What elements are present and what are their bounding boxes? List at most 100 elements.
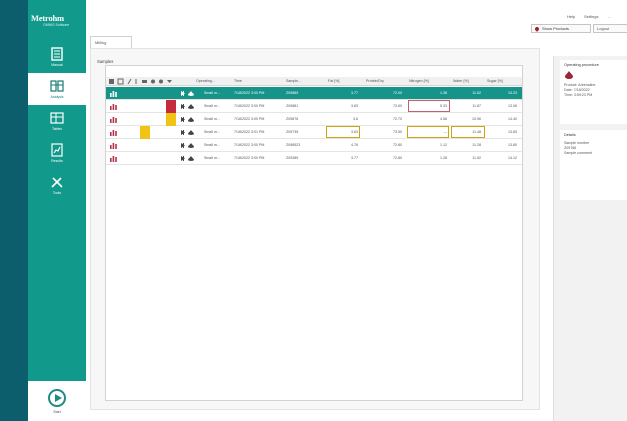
brand-subtitle: OMNIS Software bbox=[43, 23, 70, 27]
cell-time: 7/18/2022 3:00 PM bbox=[234, 91, 265, 95]
more-menu[interactable]: ... bbox=[608, 14, 611, 19]
sample-comment-label: Sample comment bbox=[564, 151, 592, 156]
table-row[interactable]: Small m... 7/18/2022 3:00 PM Z098523 4.76 72… bbox=[106, 139, 522, 152]
highlight-cell bbox=[408, 100, 450, 112]
time-line: Time: 3:59:23 PM bbox=[564, 93, 593, 98]
row-status-icons bbox=[181, 104, 194, 109]
cell-sample: Z09889 bbox=[286, 91, 299, 95]
table-row[interactable]: Small m... 7/18/2022 3:00 PM Z09881 3.83 73.… bbox=[106, 100, 522, 113]
tables-icon bbox=[50, 112, 64, 124]
table-row[interactable]: Small m... 7/18/2022 3:00 PM Z09889 3.77 72.… bbox=[106, 87, 522, 100]
cell-sample: Z098523 bbox=[286, 143, 301, 147]
tab-label: Milling bbox=[95, 40, 107, 45]
row-status-icons bbox=[181, 156, 194, 161]
cell-operating: Small m... bbox=[204, 130, 220, 134]
cell-time: 7/18/2022 3:00 PM bbox=[234, 156, 265, 160]
col-time[interactable]: Time bbox=[234, 77, 282, 86]
manual-icon bbox=[51, 47, 63, 61]
results-icon bbox=[51, 143, 63, 157]
cell-sample: Z09389 bbox=[286, 156, 299, 160]
cell-protein: 73.60 bbox=[393, 104, 402, 108]
table-row[interactable]: Small m... 7/18/2022 3:00 PM Z09389 3.77 72.… bbox=[106, 152, 522, 165]
cell-sample: Z09876 bbox=[286, 117, 299, 121]
card-title: Details bbox=[564, 133, 576, 137]
cell-operating: Small m... bbox=[204, 91, 220, 95]
col-water[interactable]: Water [%] bbox=[453, 77, 485, 86]
col-nitrogen[interactable]: Nitrogen [%] bbox=[409, 77, 451, 86]
cell-water: 11.52 bbox=[472, 91, 481, 95]
warning-cell bbox=[326, 126, 360, 138]
cell-sugar: 14.12 bbox=[508, 156, 517, 160]
col-protein[interactable]: Protein/Dry bbox=[366, 77, 406, 86]
cell-sugar: 13.83 bbox=[508, 130, 517, 134]
warning-flag bbox=[140, 126, 150, 139]
logout-button[interactable]: Logout bbox=[593, 24, 627, 33]
start-button[interactable]: Start bbox=[28, 381, 86, 421]
sidebar-item-analysis[interactable]: Analysis bbox=[28, 73, 86, 105]
cell-nitrogen: 1.38 bbox=[440, 91, 447, 95]
top-right-menu: Help Settings ... Show Products Logout bbox=[531, 14, 627, 44]
cell-fat: 3.77 bbox=[351, 156, 358, 160]
cell-protein: 72.00 bbox=[393, 91, 402, 95]
drop-icon bbox=[534, 26, 540, 32]
col-fat[interactable]: Fat [%] bbox=[328, 77, 364, 86]
row-status-icons bbox=[181, 91, 194, 96]
cell-protein: 73.50 bbox=[393, 130, 402, 134]
show-products-label: Show Products bbox=[542, 26, 569, 31]
cell-sugar: 14.40 bbox=[508, 117, 517, 121]
tab-milling[interactable]: Milling bbox=[90, 36, 132, 48]
cell-protein: 72.80 bbox=[393, 143, 402, 147]
sidebar-item-tables[interactable]: Tables bbox=[28, 105, 86, 137]
cell-fat: 3.77 bbox=[351, 91, 358, 95]
brand-name: Metrohm bbox=[31, 13, 64, 23]
col-operating[interactable]: Operating... bbox=[196, 77, 226, 86]
help-menu[interactable]: Help bbox=[567, 14, 575, 19]
cell-sugar: 13.23 bbox=[508, 91, 517, 95]
table-row[interactable]: Small m... 7/18/2022 3:00 PM Z09876 3.6 72.7… bbox=[106, 113, 522, 126]
tools-icon bbox=[51, 177, 63, 188]
start-label: Start bbox=[53, 410, 61, 414]
cell-time: 7/18/2022 3:00 PM bbox=[234, 117, 265, 121]
metrohm-logo: Metrohm OMNIS Software bbox=[31, 13, 83, 31]
warning-flag bbox=[166, 113, 176, 126]
header-toolbar-icons[interactable] bbox=[109, 78, 175, 85]
sidebar-item-manual[interactable]: Manual bbox=[28, 41, 86, 73]
cell-time: 7/18/2022 3:00 PM bbox=[234, 104, 265, 108]
sidebar-item-results[interactable]: Results bbox=[28, 137, 86, 169]
cell-sugar: 13.06 bbox=[508, 104, 517, 108]
row-status-icons bbox=[181, 143, 194, 148]
sidebar-item-label: Manual bbox=[51, 63, 63, 67]
sidebar-item-tools[interactable]: Tools bbox=[28, 169, 86, 201]
row-status-icons bbox=[181, 130, 194, 135]
error-flag bbox=[166, 100, 176, 113]
warning-cell bbox=[451, 126, 485, 138]
result-chart-icon bbox=[110, 143, 117, 149]
cell-nitrogen: 1.12 bbox=[440, 143, 447, 147]
show-products-button[interactable]: Show Products bbox=[531, 24, 591, 33]
col-sample[interactable]: Sample... bbox=[286, 77, 326, 86]
analysis-icon bbox=[50, 80, 64, 92]
sidebar-item-label: Tools bbox=[52, 191, 62, 195]
samples-table: Operating... Time Sample... Fat [%] Prot… bbox=[105, 65, 523, 401]
result-chart-icon bbox=[110, 117, 117, 123]
warning-cell bbox=[407, 126, 449, 138]
cell-sugar: 13.80 bbox=[508, 143, 517, 147]
table-row[interactable]: Small m... 7/18/2022 3:01 PM Z09735 3.63 73.… bbox=[106, 126, 522, 139]
cell-time: 7/18/2022 3:00 PM bbox=[234, 143, 265, 147]
sidebar-item-label: Results bbox=[51, 159, 63, 163]
cell-water: 10.96 bbox=[472, 117, 481, 121]
settings-menu[interactable]: Settings bbox=[584, 14, 598, 19]
cell-sample: Z09881 bbox=[286, 104, 299, 108]
samples-title: Samples bbox=[97, 59, 114, 64]
col-sugar[interactable]: Sugar [%] bbox=[487, 77, 520, 86]
cell-protein: 72.80 bbox=[393, 156, 402, 160]
right-panel: Operating procedure Product: Adrenaline … bbox=[553, 56, 627, 421]
table-header: Operating... Time Sample... Fat [%] Prot… bbox=[106, 77, 522, 86]
logout-label: Logout bbox=[597, 26, 610, 31]
cell-operating: Small m... bbox=[204, 117, 220, 121]
cell-protein: 72.70 bbox=[393, 117, 402, 121]
play-icon bbox=[48, 389, 66, 407]
cell-fat: 4.76 bbox=[351, 143, 358, 147]
cell-sample: Z09735 bbox=[286, 130, 299, 134]
operating-procedure-card: Operating procedure Product: Adrenaline … bbox=[560, 60, 627, 124]
